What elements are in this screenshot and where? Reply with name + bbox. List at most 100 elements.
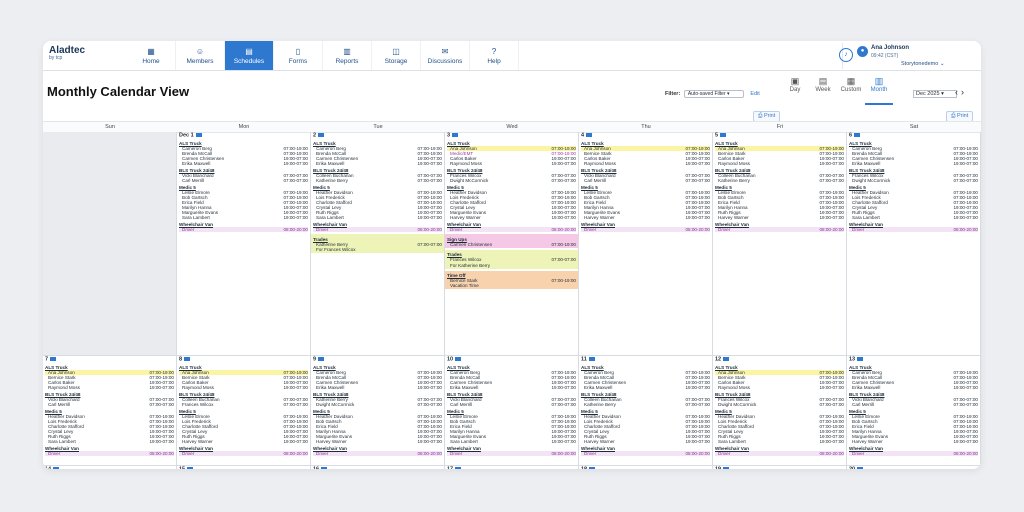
trades-block[interactable]: Trades Katherine Berry 07:00-07:00 For Fran…	[311, 234, 444, 253]
day-cell[interactable]: 5 ALS Truck Ana Johnson 07:00-19:00 Bernice …	[713, 132, 847, 356]
shift-row[interactable]: Katherine Berry 07:00-07:00	[581, 402, 710, 407]
mail-icon[interactable]	[452, 133, 459, 137]
mail-icon[interactable]	[586, 133, 593, 137]
bell-icon[interactable]: ♪	[839, 48, 853, 62]
van-row[interactable]: Driver 08:00-20:00	[849, 451, 978, 457]
mail-icon[interactable]	[184, 357, 191, 361]
day-number[interactable]: 15	[177, 466, 310, 469]
shift-row[interactable]: Katherine Berry 07:00-07:00	[313, 178, 442, 183]
van-row[interactable]: Driver 08:00-20:00	[179, 227, 308, 233]
shift-row[interactable]: Carl Merrill 07:00-07:00	[581, 178, 710, 183]
day-cell[interactable]	[43, 132, 177, 356]
filter-edit-link[interactable]: Edit	[750, 91, 759, 97]
shift-row[interactable]: Raymond Moss 19:00-07:00	[179, 385, 308, 390]
avatar[interactable]: ●	[857, 46, 868, 57]
tab-home[interactable]: ▦ Home	[127, 41, 176, 70]
mail-icon[interactable]	[857, 467, 864, 469]
day-cell[interactable]: 12 ALS Truck Ana Johnson 07:00-19:00 Bernice…	[713, 356, 847, 466]
shift-row[interactable]: Carl Merrill 07:00-07:00	[45, 402, 174, 407]
shift-row[interactable]: Harvey Warner 19:00-07:00	[447, 215, 576, 220]
day-cell[interactable]: Dec 1 ALS Truck Cameron Berg 07:00-19:00 Bre…	[177, 132, 311, 356]
van-row[interactable]: Driver 08:00-20:00	[447, 227, 576, 233]
day-number[interactable]: 18	[579, 466, 712, 469]
mail-icon[interactable]	[187, 467, 194, 469]
shift-row[interactable]: Erika Maxwell 19:00-07:00	[313, 385, 442, 390]
view-month[interactable]: ▥ Month	[865, 75, 893, 105]
shift-row[interactable]: Erika Maxwell 19:00-07:00	[179, 161, 308, 166]
day-number[interactable]: 13	[847, 356, 980, 364]
user-menu[interactable]: ♪ ● Ana Johnson 09:42 (CST) Storytonedem…	[839, 43, 973, 69]
day-cell[interactable]: 3 ALS Truck Ana Johnson 07:00-19:00 Medic/EM…	[445, 132, 579, 356]
day-cell[interactable]: 15ALS TruckCameron Berg07:00-19:00Brenda…	[177, 466, 311, 469]
logo[interactable]: Aladtec by tcp	[49, 45, 85, 61]
mail-icon[interactable]	[53, 467, 60, 469]
mail-icon[interactable]	[854, 133, 861, 137]
shift-row[interactable]: Erika Maxwell 19:00-07:00	[447, 385, 576, 390]
day-number[interactable]: 8	[177, 356, 310, 364]
view-week[interactable]: ▤ Week	[809, 75, 837, 105]
mail-icon[interactable]	[723, 357, 730, 361]
view-day[interactable]: ▣ Day	[781, 75, 809, 105]
day-cell[interactable]: 19ALS TruckAna Johnson07:00-19:00Bernice…	[713, 466, 847, 469]
shift-row[interactable]: Harvey Warner 19:00-07:00	[581, 439, 710, 444]
tab-discussions[interactable]: ✉ Discussions	[421, 41, 470, 70]
day-cell[interactable]: 6 ALS Truck Cameron Berg 07:00-19:00 Brenda …	[847, 132, 981, 356]
tab-reports[interactable]: ▥ Reports	[323, 41, 372, 70]
timeoff-block[interactable]: Time Off Bernice Stark 07:00-19:00 Vacation…	[445, 270, 578, 290]
van-row[interactable]: Driver 08:00-20:00	[581, 227, 710, 233]
mail-icon[interactable]	[857, 357, 864, 361]
shift-row[interactable]: Erika Maxwell 19:00-07:00	[849, 385, 978, 390]
shift-row[interactable]: Katherine Berry 07:00-07:00	[715, 178, 844, 183]
van-row[interactable]: Driver 08:00-20:00	[849, 227, 978, 233]
van-row[interactable]: Driver 08:00-20:00	[581, 451, 710, 457]
shift-row[interactable]: Dwight McCormick 07:00-07:00	[313, 402, 442, 407]
day-number[interactable]: 16	[311, 466, 444, 469]
shift-row[interactable]: Dwight McCormick 07:00-07:00	[849, 178, 978, 183]
shift-row[interactable]: Raymond Moss 19:00-07:00	[715, 385, 844, 390]
mail-icon[interactable]	[321, 467, 328, 469]
day-cell[interactable]: 2 ALS Truck Cameron Berg 07:00-19:00 Brenda …	[311, 132, 445, 356]
shift-row[interactable]: Harvey Warner 19:00-07:00	[581, 215, 710, 220]
day-number[interactable]: Dec 1	[177, 132, 310, 140]
chevron-right-icon[interactable]: ›	[961, 87, 967, 97]
van-row[interactable]: Driver 08:00-20:00	[313, 227, 442, 233]
van-row[interactable]: Driver 08:00-20:00	[313, 451, 442, 457]
shift-row[interactable]: Dwight McCormick 07:00-07:00	[447, 178, 576, 183]
date-select[interactable]: Dec 2025 ▾	[913, 90, 957, 98]
shift-row[interactable]: Raymond Moss 19:00-07:00	[581, 161, 710, 166]
shift-row[interactable]: Sara Lambert 19:00-07:00	[849, 215, 978, 220]
shift-row[interactable]: Sara Lambert 19:00-07:00	[45, 439, 174, 444]
shift-row[interactable]: Erika Maxwell 19:00-07:00	[581, 385, 710, 390]
van-row[interactable]: Driver 08:00-20:00	[179, 451, 308, 457]
day-number[interactable]: 7	[43, 356, 176, 364]
day-number[interactable]: 6	[847, 132, 980, 140]
shift-row[interactable]: Erika Maxwell 19:00-07:00	[313, 161, 442, 166]
tab-schedules[interactable]: ▤ Schedules	[225, 41, 274, 70]
shift-row[interactable]: Harvey Warner 19:00-07:00	[715, 215, 844, 220]
shift-row[interactable]: Carl Merrill 07:00-07:00	[849, 402, 978, 407]
tab-help[interactable]: ? Help	[470, 41, 519, 70]
day-cell[interactable]: 14ALS TruckCameron Berg07:00-19:00Brenda…	[43, 466, 177, 469]
filter-select[interactable]: Auto-saved Filter ▾	[683, 90, 744, 98]
shift-row[interactable]: Harvey Warner 19:00-07:00	[313, 439, 442, 444]
tab-storage[interactable]: ◫ Storage	[372, 41, 421, 70]
day-number[interactable]: 5	[713, 132, 846, 140]
mail-icon[interactable]	[723, 467, 730, 469]
shift-row[interactable]: Raymond Moss 19:00-07:00	[45, 385, 174, 390]
day-cell[interactable]: 13 ALS Truck Cameron Berg 07:00-19:00 Brenda…	[847, 356, 981, 466]
day-number[interactable]: 11	[579, 356, 712, 364]
day-cell[interactable]: 7 ALS Truck Ana Johnson 07:00-19:00 Bernice …	[43, 356, 177, 466]
day-number[interactable]: 2	[311, 132, 444, 140]
day-cell[interactable]: 4 ALS Truck Ana Johnson 07:00-19:00 Bernice …	[579, 132, 713, 356]
shift-row[interactable]: Carl Merrill 07:00-07:00	[179, 178, 308, 183]
mail-icon[interactable]	[589, 467, 596, 469]
van-row[interactable]: Driver 08:00-20:00	[715, 227, 844, 233]
shift-row[interactable]: Frances Wilcox 07:00-07:00	[179, 402, 308, 407]
day-cell[interactable]: 16ALS TruckCameron Berg07:00-19:00Brenda…	[311, 466, 445, 469]
day-number[interactable]: 20	[847, 466, 980, 469]
day-cell[interactable]: 8 ALS Truck Ana Johnson 07:00-19:00 Bernice …	[177, 356, 311, 466]
day-cell[interactable]: 10 ALS Truck Cameron Berg 07:00-19:00 Brenda…	[445, 356, 579, 466]
mail-icon[interactable]	[455, 467, 462, 469]
mail-icon[interactable]	[455, 357, 462, 361]
mail-icon[interactable]	[50, 357, 57, 361]
